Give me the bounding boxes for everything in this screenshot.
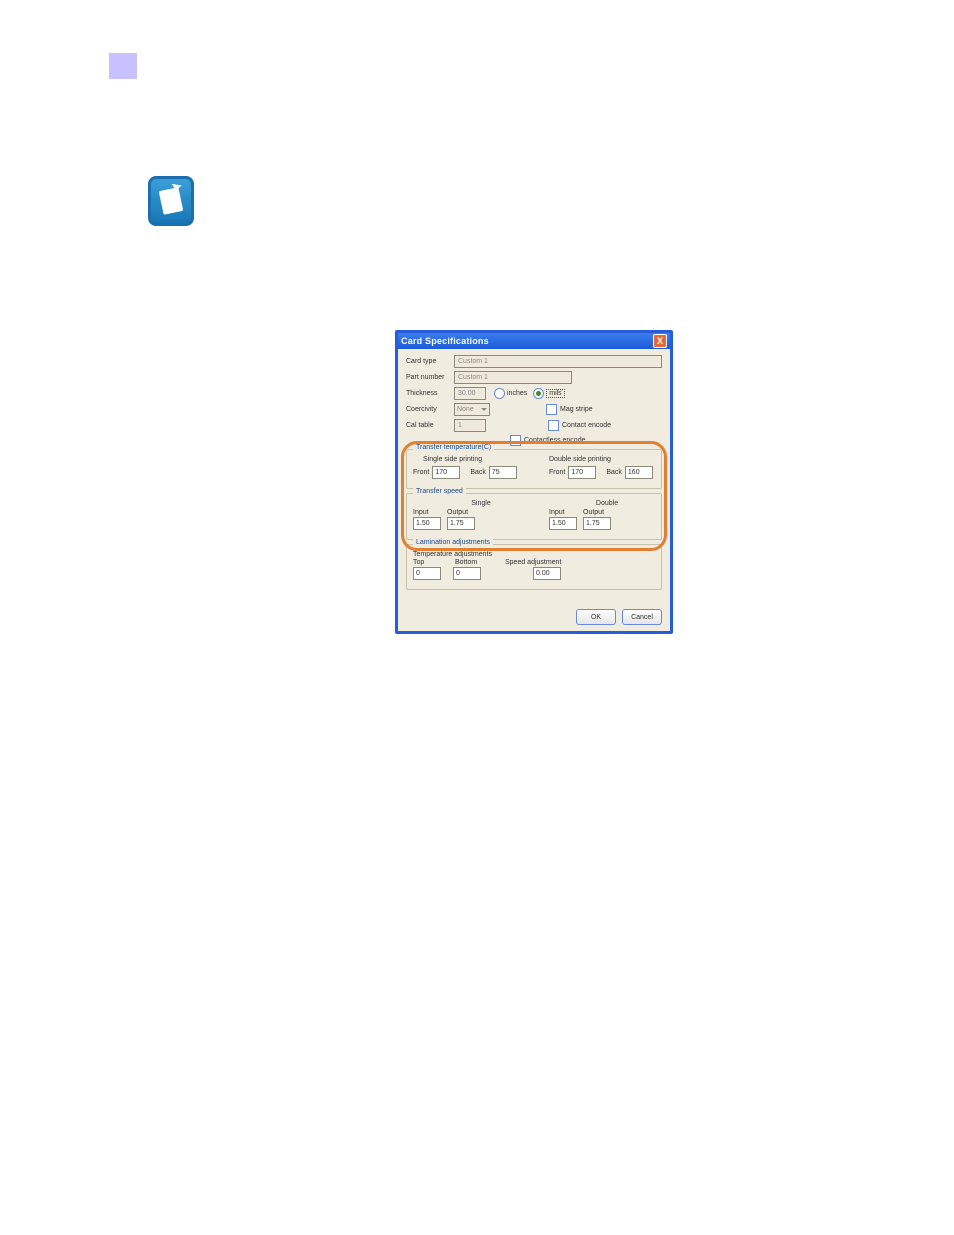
input-single-back[interactable]: 75 — [489, 466, 517, 479]
label-speed-double: Double — [559, 500, 655, 507]
input-speed-single-in[interactable]: 1.50 — [413, 517, 441, 530]
radio-mils[interactable] — [533, 388, 544, 399]
select-value: None — [457, 406, 474, 413]
temp-single-col: Single side printing Front 170 Back 75 — [413, 456, 519, 482]
cancel-button[interactable]: Cancel — [622, 609, 662, 625]
row-thickness: Thickness 30.00 inches mils — [406, 387, 662, 400]
select-coercivity[interactable]: None — [454, 403, 490, 416]
label-mils: mils — [546, 389, 564, 398]
label-input-d: Input — [549, 509, 571, 516]
manual-note-icon — [148, 176, 194, 226]
label-input: Input — [413, 509, 435, 516]
card-specifications-dialog: Card Specifications X Card type Custom 1… — [395, 330, 673, 634]
input-double-back[interactable]: 160 — [625, 466, 653, 479]
label-mag-stripe: Mag stripe — [560, 406, 593, 413]
radio-inches[interactable] — [494, 388, 505, 399]
input-cal-table[interactable]: 1 — [454, 419, 486, 432]
speed-single-col: Input Output 1.50 1.75 — [413, 509, 519, 533]
label-coercivity: Coercivity — [406, 406, 454, 413]
row-coercivity: Coercivity None Mag stripe — [406, 403, 662, 416]
input-part-number[interactable]: Custom 1 — [454, 371, 572, 384]
label-contactless-encode: Contactless encode — [524, 437, 585, 444]
label-front-d: Front — [549, 469, 565, 476]
dialog-title: Card Specifications — [401, 336, 489, 346]
label-output-d: Output — [583, 509, 604, 516]
label-double-side: Double side printing — [549, 456, 655, 463]
row-card-type: Card type Custom 1 — [406, 355, 662, 368]
label-speed-adj: Speed adjustment — [505, 559, 561, 566]
page-number-box — [109, 53, 137, 79]
label-speed-single: Single — [433, 500, 529, 507]
close-button[interactable]: X — [653, 334, 667, 348]
dialog-buttons: OK Cancel — [576, 609, 662, 625]
label-cal-table: Cal table — [406, 422, 454, 429]
label-back-d: Back — [606, 469, 622, 476]
label-part-number: Part number — [406, 374, 454, 381]
input-card-type[interactable]: Custom 1 — [454, 355, 662, 368]
input-double-front[interactable]: 170 — [568, 466, 596, 479]
label-temp-adj: Temperature adjustments — [413, 551, 492, 558]
speed-header: Single Double — [413, 500, 655, 507]
group-lamination: Lamination adjustments Temperature adjus… — [406, 544, 662, 590]
label-front: Front — [413, 469, 429, 476]
label-contact-encode: Contact encode — [562, 422, 611, 429]
group-transfer-speed: Transfer speed Single Double Input Outpu… — [406, 493, 662, 540]
label-top: Top — [413, 559, 435, 566]
input-speed-double-in[interactable]: 1.50 — [549, 517, 577, 530]
label-bottom: Bottom — [455, 559, 485, 566]
label-thickness: Thickness — [406, 390, 454, 397]
checkbox-mag-stripe[interactable] — [546, 404, 557, 415]
speed-values: Input Output 1.50 1.75 Input Output — [413, 509, 655, 533]
input-thickness[interactable]: 30.00 — [454, 387, 486, 400]
label-output: Output — [447, 509, 468, 516]
arrow-down-icon — [171, 184, 182, 191]
document-page: Card Specifications X Card type Custom 1… — [0, 0, 954, 1235]
label-single-side: Single side printing — [423, 456, 519, 463]
input-lam-top[interactable]: 0 — [413, 567, 441, 580]
label-back: Back — [470, 469, 486, 476]
close-icon: X — [657, 337, 663, 346]
input-single-front[interactable]: 170 — [432, 466, 460, 479]
input-lam-bottom[interactable]: 0 — [453, 567, 481, 580]
label-card-type: Card type — [406, 358, 454, 365]
temp-columns: Single side printing Front 170 Back 75 D… — [413, 456, 655, 482]
temp-double-col: Double side printing Front 170 Back 160 — [549, 456, 655, 482]
row-part-number: Part number Custom 1 — [406, 371, 662, 384]
checkbox-contactless-encode[interactable] — [510, 435, 521, 446]
group-title-lamination: Lamination adjustments — [413, 539, 493, 546]
ok-button[interactable]: OK — [576, 609, 616, 625]
group-title-transfer-speed: Transfer speed — [413, 488, 466, 495]
group-transfer-temperature: Transfer temperature(C) Single side prin… — [406, 449, 662, 489]
group-title-transfer-temp: Transfer temperature(C) — [413, 444, 494, 451]
input-speed-double-out[interactable]: 1.75 — [583, 517, 611, 530]
page-icon — [159, 187, 184, 215]
checkbox-contact-encode[interactable] — [548, 420, 559, 431]
input-lam-speed[interactable]: 0.00 — [533, 567, 561, 580]
dialog-body: Card type Custom 1 Part number Custom 1 … — [398, 349, 670, 596]
row-cal-table: Cal table 1 Contact encode — [406, 419, 662, 432]
row-contactless: Contactless encode — [510, 435, 662, 446]
label-inches: inches — [507, 390, 527, 397]
input-speed-single-out[interactable]: 1.75 — [447, 517, 475, 530]
dialog-titlebar: Card Specifications X — [398, 333, 670, 349]
speed-double-col: Input Output 1.50 1.75 — [549, 509, 655, 533]
chevron-down-icon — [481, 408, 487, 411]
